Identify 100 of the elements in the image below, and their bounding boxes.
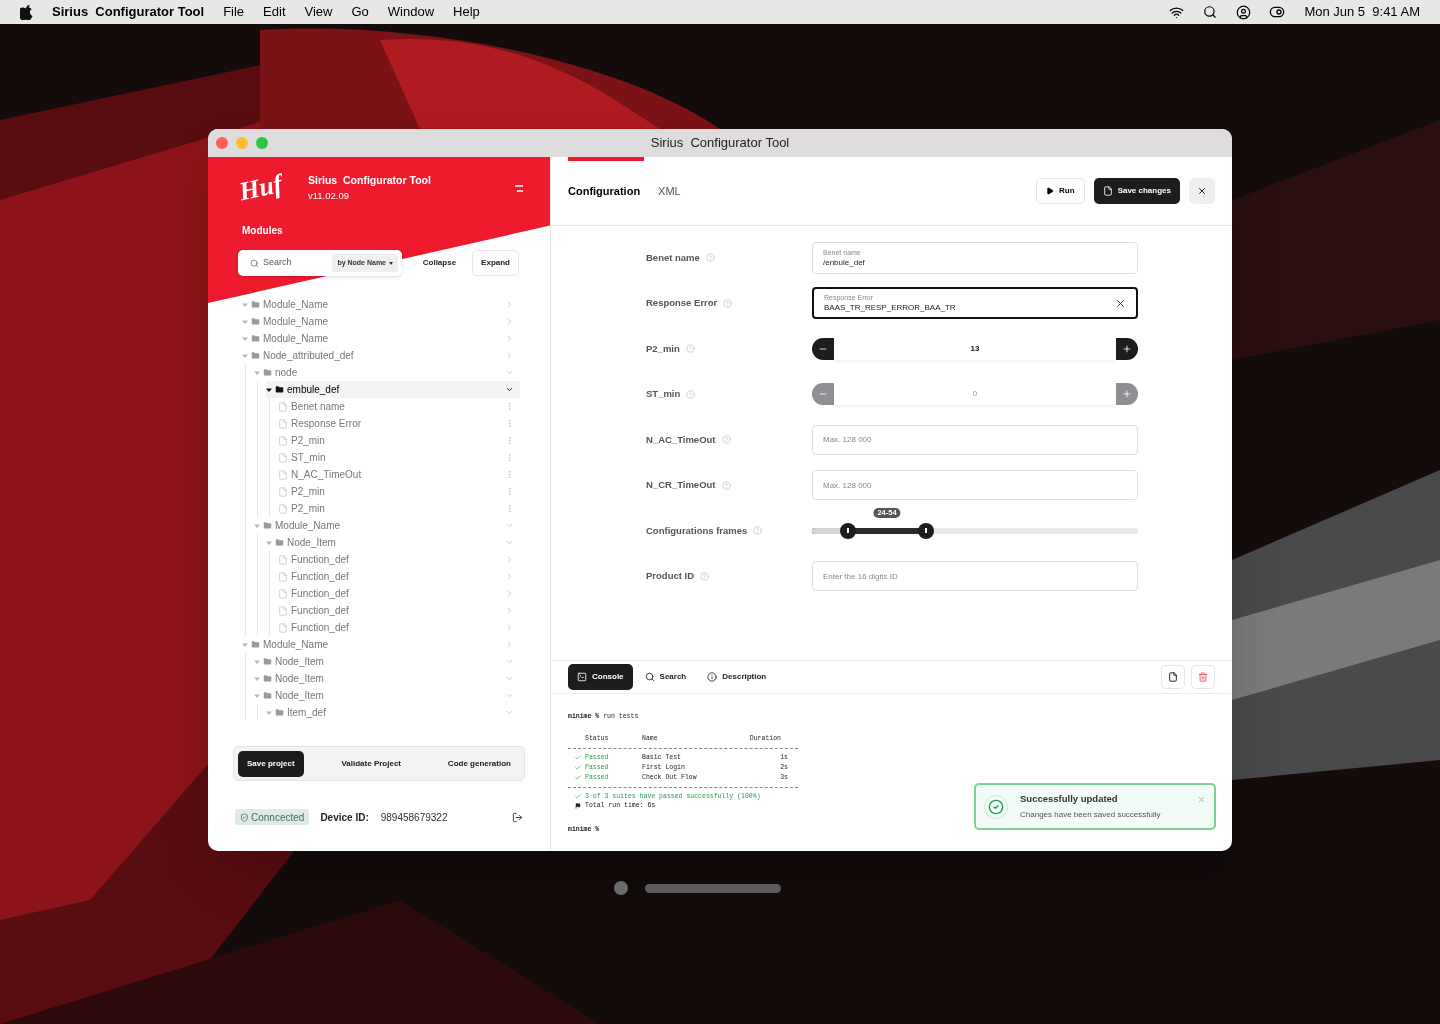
folder-icon [275, 538, 284, 547]
file-icon [278, 418, 288, 429]
menu-clock[interactable]: Mon Jun 5 9:41 AM [1304, 2, 1420, 22]
wifi-icon[interactable] [1169, 4, 1185, 20]
tab[interactable]: Configuration [568, 157, 641, 225]
play-icon [1046, 187, 1055, 195]
menu-item[interactable]: View [304, 2, 333, 22]
trash-icon [1198, 672, 1208, 682]
tree-row[interactable]: P2_min [278, 500, 520, 517]
file-icon [278, 401, 288, 412]
help-icon[interactable] [753, 526, 763, 536]
tree-label: P2_min [291, 502, 325, 516]
action-button[interactable]: Validate Project [332, 750, 410, 777]
logout-icon[interactable] [512, 811, 523, 823]
expand-button[interactable]: Expand [472, 250, 519, 276]
tree-label: Item_def [287, 706, 326, 720]
file-button[interactable] [1161, 665, 1185, 689]
clear-icon[interactable] [1115, 297, 1126, 309]
field-label: N_AC_TimeOut [646, 432, 716, 447]
file-icon [278, 554, 288, 565]
logo: Huf [236, 170, 286, 206]
panel-tab[interactable]: Description [698, 664, 776, 690]
menu-item[interactable]: Edit [263, 2, 286, 22]
action-button[interactable]: Code generation [438, 750, 520, 777]
slider-thumb[interactable] [839, 522, 856, 539]
save-changes-button[interactable]: Save changes [1093, 178, 1180, 204]
search-icon[interactable] [1203, 5, 1218, 19]
apple-icon[interactable] [20, 4, 33, 20]
tree-row[interactable]: Function_def [278, 619, 520, 636]
tab[interactable]: XML [658, 157, 681, 225]
tree-row[interactable]: Function_def [278, 551, 520, 568]
tree-label: Module_Name [263, 298, 329, 312]
tree-row[interactable]: Function_def [278, 585, 520, 602]
field-value: /enbule_def [823, 258, 866, 267]
input-field[interactable]: Max. 128 000 [812, 424, 1138, 455]
app-name: Sirius Configurator Tool [308, 173, 431, 188]
stepper-value[interactable]: 13 [834, 337, 1116, 360]
tree-row[interactable]: Function_def [278, 602, 520, 619]
close-icon[interactable] [1197, 795, 1206, 804]
folder-icon [263, 674, 272, 683]
tree-label: Function_def [291, 604, 349, 618]
file-icon [1168, 672, 1178, 682]
folder-icon [263, 691, 272, 700]
connection-badge: Conncected [235, 809, 310, 825]
tree-label: Response Error [291, 417, 362, 431]
decrement-button[interactable] [812, 337, 834, 360]
tree-row[interactable]: Benet name [278, 398, 520, 415]
close-window-button[interactable] [216, 137, 228, 149]
slider-track[interactable] [812, 522, 1138, 539]
tree-label: Node_Item [275, 655, 324, 669]
collapse-button[interactable]: Collapse [414, 250, 465, 276]
action-button[interactable]: Save project [238, 750, 304, 777]
tree-label: N_AC_TimeOut [291, 468, 362, 482]
help-icon[interactable] [685, 344, 695, 354]
tree-row[interactable]: ST_min [278, 449, 520, 466]
tree-row[interactable]: Response Error [278, 415, 520, 432]
help-icon[interactable] [723, 298, 733, 308]
file-icon [278, 503, 288, 514]
zoom-window-button[interactable] [256, 137, 268, 149]
panel-tab[interactable]: Search [635, 664, 696, 690]
caret-icon[interactable] [266, 386, 272, 393]
user-icon[interactable] [1236, 4, 1252, 20]
help-icon[interactable] [721, 435, 731, 445]
tree-label: ST_min [291, 451, 326, 465]
help-icon[interactable] [686, 389, 696, 399]
menu-item[interactable]: Window [387, 2, 435, 22]
close-button[interactable] [1189, 178, 1215, 204]
tree-row[interactable]: P2_min [278, 483, 520, 500]
file-icon [278, 435, 288, 446]
slider-thumb[interactable] [918, 522, 935, 539]
tree-row[interactable]: Function_def [278, 568, 520, 585]
help-icon[interactable] [700, 571, 710, 581]
tree-label: embule_def [287, 383, 340, 397]
delete-button[interactable] [1191, 665, 1215, 689]
file-icon [278, 588, 288, 599]
chevron-icon[interactable] [505, 385, 514, 394]
tree-row[interactable]: embule_def [266, 381, 520, 398]
run-button[interactable]: Run [1036, 178, 1085, 204]
menu-icon[interactable] [514, 184, 524, 192]
increment-button[interactable] [1116, 337, 1138, 360]
app-menu[interactable]: Sirius Configurator Tool [52, 2, 205, 22]
help-icon[interactable] [705, 253, 715, 263]
field-label: ST_min [646, 387, 681, 402]
file-icon [278, 571, 288, 582]
minimize-window-button[interactable] [236, 137, 248, 149]
menu-item[interactable]: File [223, 2, 245, 22]
help-icon[interactable] [721, 480, 731, 490]
control-center-icon[interactable] [1269, 4, 1286, 20]
version: v11.02.09 [308, 188, 351, 203]
tree-row[interactable]: P2_min [278, 432, 520, 449]
file-icon [1102, 186, 1113, 196]
field-label: Configurations frames [646, 523, 748, 538]
input-field[interactable]: Enter the 16 digits ID [812, 561, 1138, 592]
input-field[interactable]: Max. 128 000 [812, 470, 1138, 501]
menu-item[interactable]: Go [351, 2, 369, 22]
menu-item[interactable]: Help [453, 2, 480, 22]
tree-row[interactable]: N_AC_TimeOut [278, 466, 520, 483]
tree-label: P2_min [291, 485, 325, 499]
device-label: Device ID: [320, 810, 369, 825]
panel-tab[interactable]: Console [568, 664, 633, 690]
